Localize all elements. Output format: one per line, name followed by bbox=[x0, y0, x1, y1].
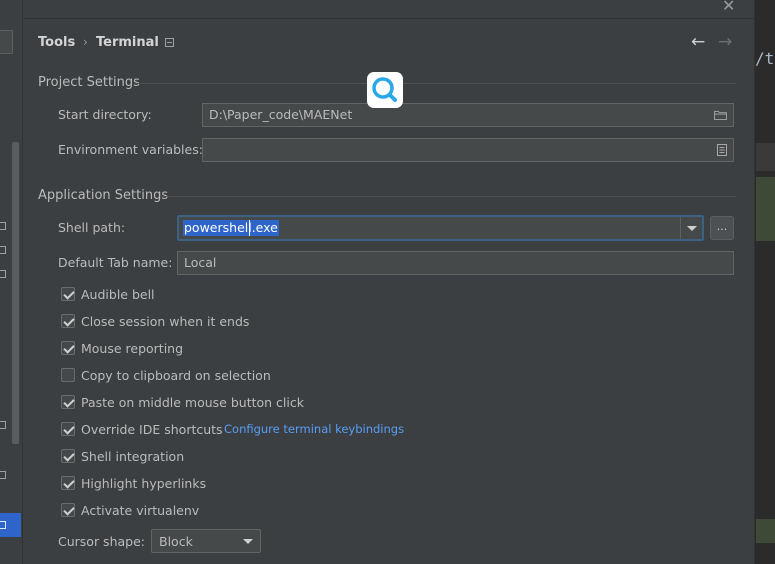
tree-item-icon bbox=[0, 222, 6, 230]
tree-item-selected[interactable] bbox=[0, 513, 21, 537]
paste-middle-click-label[interactable]: Paste on middle mouse button click bbox=[81, 395, 304, 410]
project-scope-icon bbox=[165, 38, 174, 47]
application-settings-title: Application Settings bbox=[38, 188, 169, 203]
section-divider bbox=[160, 196, 736, 197]
section-divider bbox=[134, 83, 736, 84]
tree-item-icon bbox=[0, 521, 6, 529]
breadcrumb-separator: › bbox=[83, 35, 88, 49]
tree-item-icon bbox=[0, 246, 6, 254]
configure-keybindings-link[interactable]: Configure terminal keybindings bbox=[224, 422, 404, 436]
environment-variables-field[interactable] bbox=[202, 138, 734, 162]
search-icon bbox=[372, 77, 397, 102]
highlight-hyperlinks-checkbox[interactable] bbox=[61, 476, 75, 490]
close-icon[interactable]: ✕ bbox=[722, 0, 735, 15]
document-icon[interactable] bbox=[717, 144, 727, 156]
shell-integration-checkbox[interactable] bbox=[61, 449, 75, 463]
shell-integration-label[interactable]: Shell integration bbox=[81, 449, 184, 464]
editor-line bbox=[756, 143, 775, 171]
activate-virtualenv-checkbox[interactable] bbox=[61, 503, 75, 517]
tree-item-icon bbox=[0, 270, 6, 278]
tree-item-icon bbox=[0, 471, 6, 479]
tree-scrollbar[interactable] bbox=[12, 142, 19, 444]
environment-variables-label: Environment variables: bbox=[58, 142, 203, 157]
default-tab-name-label: Default Tab name: bbox=[58, 255, 173, 270]
editor-text: /t( bbox=[755, 49, 775, 68]
title-bar-divider bbox=[23, 18, 755, 19]
activate-virtualenv-label[interactable]: Activate virtualenv bbox=[81, 503, 199, 518]
mouse-reporting-checkbox[interactable] bbox=[61, 341, 75, 355]
default-tab-name-input[interactable]: Local bbox=[177, 251, 734, 275]
text-caret bbox=[249, 220, 250, 236]
breadcrumb-current: Terminal bbox=[96, 35, 159, 50]
override-ide-shortcuts-label[interactable]: Override IDE shortcuts bbox=[81, 422, 223, 437]
cursor-shape-value: Block bbox=[159, 534, 193, 549]
start-directory-field[interactable]: D:\Paper_code\MAENet bbox=[202, 103, 734, 127]
close-session-checkbox[interactable] bbox=[61, 314, 75, 328]
shell-path-label: Shell path: bbox=[58, 220, 126, 235]
paste-middle-click-checkbox[interactable] bbox=[61, 395, 75, 409]
search-overlay-button[interactable] bbox=[367, 72, 403, 108]
close-session-label[interactable]: Close session when it ends bbox=[81, 314, 249, 329]
cursor-shape-select[interactable]: Block bbox=[151, 529, 261, 553]
shell-path-value: powershell.exe bbox=[183, 220, 279, 236]
browse-button[interactable]: ... bbox=[710, 216, 734, 240]
audible-bell-label[interactable]: Audible bell bbox=[81, 287, 155, 302]
breadcrumb-parent[interactable]: Tools bbox=[38, 35, 75, 50]
arrow-left-icon[interactable]: ← bbox=[691, 32, 705, 52]
project-settings-title: Project Settings bbox=[38, 75, 140, 90]
settings-tree-panel bbox=[0, 0, 22, 564]
arrow-right-icon[interactable]: → bbox=[718, 32, 732, 52]
copy-on-selection-checkbox[interactable] bbox=[61, 368, 75, 382]
start-directory-value: D:\Paper_code\MAENet bbox=[209, 107, 353, 122]
chevron-down-icon[interactable] bbox=[680, 217, 702, 239]
settings-search-field[interactable] bbox=[0, 30, 13, 54]
override-ide-shortcuts-checkbox[interactable] bbox=[61, 422, 75, 436]
audible-bell-checkbox[interactable] bbox=[61, 287, 75, 301]
highlight-hyperlinks-label[interactable]: Highlight hyperlinks bbox=[81, 476, 206, 491]
shell-path-combobox[interactable]: powershell.exe bbox=[177, 215, 704, 241]
mouse-reporting-label[interactable]: Mouse reporting bbox=[81, 341, 183, 356]
editor-highlight bbox=[756, 519, 775, 543]
copy-on-selection-label[interactable]: Copy to clipboard on selection bbox=[81, 368, 271, 383]
cursor-shape-label: Cursor shape: bbox=[58, 534, 145, 549]
tree-item-icon bbox=[0, 421, 6, 429]
editor-background bbox=[754, 0, 775, 564]
default-tab-name-value: Local bbox=[184, 255, 217, 270]
start-directory-label: Start directory: bbox=[58, 107, 152, 122]
folder-icon[interactable] bbox=[714, 110, 727, 120]
editor-highlight bbox=[756, 177, 775, 241]
